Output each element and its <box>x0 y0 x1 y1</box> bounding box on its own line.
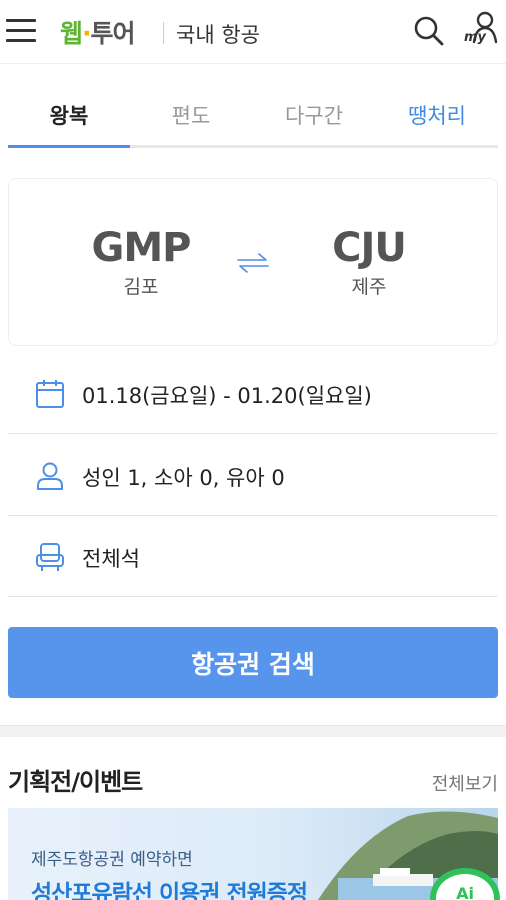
arrival-code: CJU <box>332 225 407 271</box>
departure-airport[interactable]: GMP 김포 <box>81 225 201 299</box>
arrival-airport[interactable]: CJU 제주 <box>309 225 429 299</box>
tab-one-way[interactable]: 편도 <box>130 100 252 130</box>
flight-search-button[interactable]: 항공권 검색 <box>8 627 498 698</box>
tab-round-trip[interactable]: 왕복 <box>8 100 130 130</box>
webtour-logo[interactable]: 웹·투어 <box>60 14 136 48</box>
seat-icon <box>34 541 66 573</box>
logo-dot: · <box>82 19 91 48</box>
my-page-icon[interactable]: my <box>462 10 502 48</box>
top-header: 웹·투어 국내 항공 my <box>0 0 506 64</box>
tab-multi-city[interactable]: 다구간 <box>253 100 375 130</box>
banner-headline: 성산포유람선 이용권 전원증정 <box>31 881 308 900</box>
logo-text-tour: 투어 <box>90 19 136 48</box>
section-title: 국내 항공 <box>176 23 260 47</box>
my-label: my <box>464 30 487 45</box>
passenger-count-text: 성인 1, 소아 0, 유아 0 <box>82 466 285 490</box>
calendar-icon <box>34 378 66 410</box>
seat-class-selector[interactable]: 전체석 <box>8 515 498 597</box>
trip-type-tabs: 왕복 편도 다구간 땡처리 <box>8 86 498 148</box>
search-icon[interactable] <box>412 14 446 48</box>
events-section-title: 기획전/이벤트 <box>8 768 143 796</box>
header-divider <box>163 22 164 44</box>
departure-code: GMP <box>91 225 192 271</box>
passenger-selector[interactable]: 성인 1, 소아 0, 유아 0 <box>8 434 498 516</box>
person-icon <box>34 460 66 492</box>
arrival-name: 제주 <box>351 276 387 298</box>
date-selector[interactable]: 01.18(금요일) - 01.20(일요일) <box>8 352 498 434</box>
logo-text-web: 웹 <box>60 19 83 48</box>
departure-name: 김포 <box>123 276 159 298</box>
hamburger-menu-icon[interactable] <box>6 17 38 43</box>
seat-class-text: 전체석 <box>82 547 140 571</box>
event-banner[interactable]: 제주도항공권 예약하면 성산포유람선 이용권 전원증정 <box>8 808 498 900</box>
section-divider <box>0 725 506 737</box>
tab-last-minute[interactable]: 땡처리 <box>376 100 498 130</box>
ai-label: Ai <box>456 884 474 900</box>
swap-arrows-icon[interactable] <box>235 249 271 277</box>
date-range-text: 01.18(금요일) - 01.20(일요일) <box>82 384 372 408</box>
banner-subtitle: 제주도항공권 예약하면 <box>31 850 193 870</box>
active-tab-indicator <box>8 145 130 148</box>
view-all-link[interactable]: 전체보기 <box>432 770 498 796</box>
route-card: GMP 김포 CJU 제주 <box>8 178 498 346</box>
